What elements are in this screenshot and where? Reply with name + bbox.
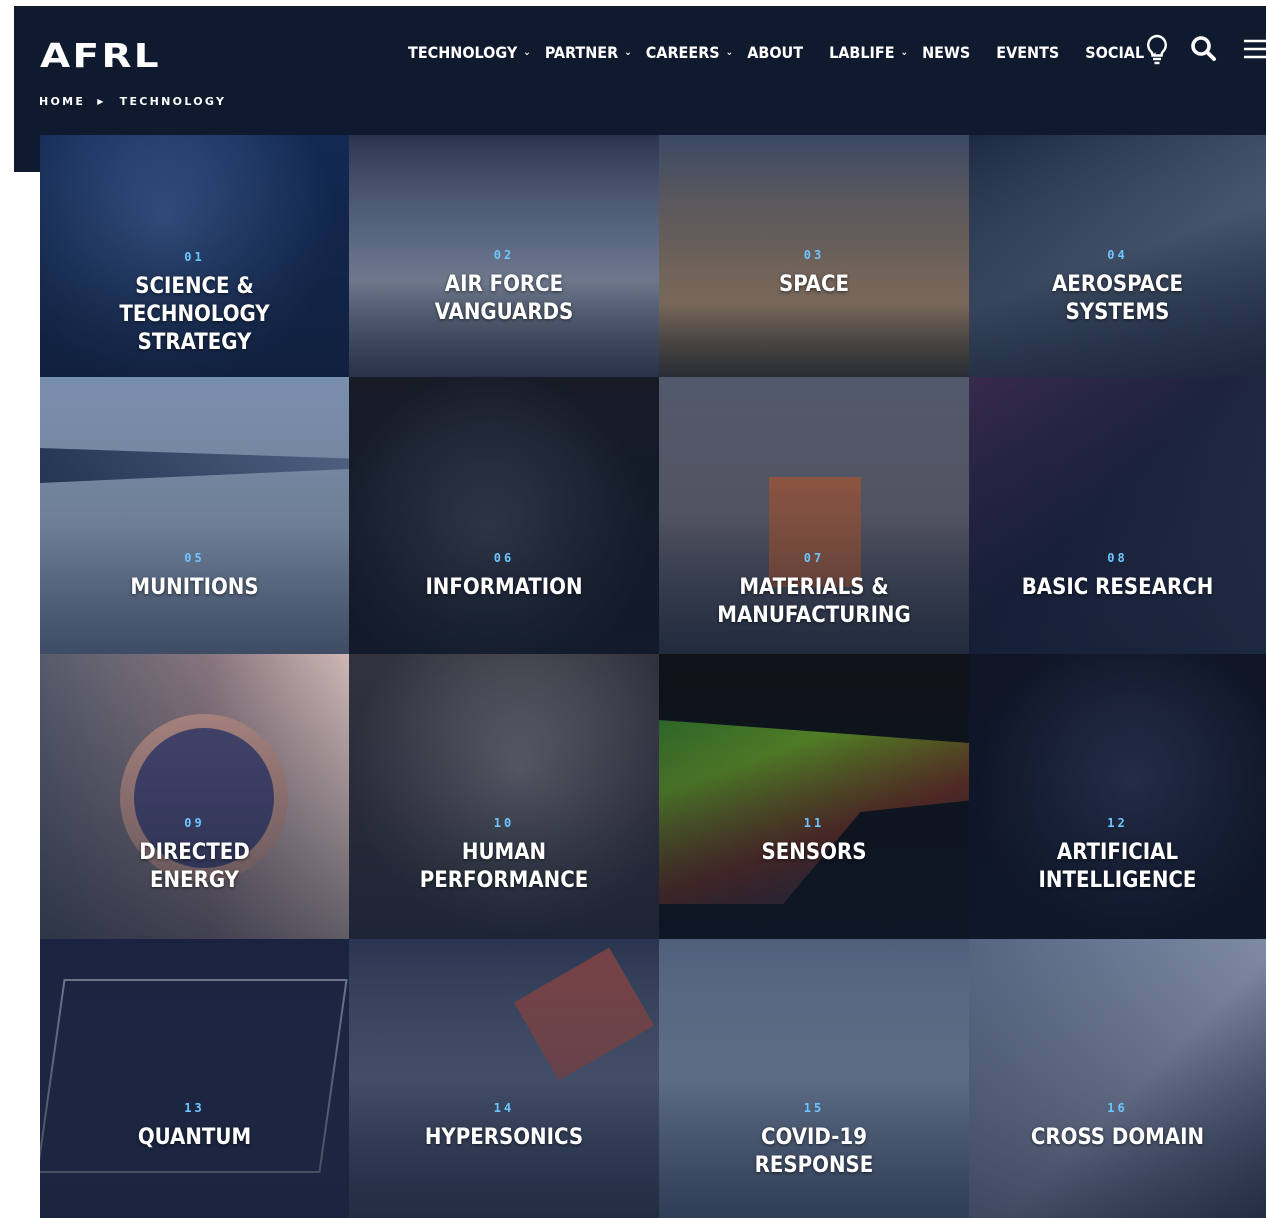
tile-number: 14 <box>493 1101 515 1115</box>
tile-aerospace-systems[interactable]: 04 AEROSPACE SYSTEMS <box>969 135 1266 377</box>
tile-title: SENSORS <box>761 840 867 865</box>
breadcrumb-home[interactable]: HOME <box>39 95 85 108</box>
tile-human-performance[interactable]: 10 HUMAN PERFORMANCE <box>349 654 659 939</box>
tile-number: 02 <box>493 248 515 262</box>
tile-number: 01 <box>184 250 205 264</box>
chevron-down-icon: ⌄ <box>725 47 734 58</box>
tile-title: AIR FORCE VANGUARDS <box>434 272 574 325</box>
tile-basic-research[interactable]: 08 BASIC RESEARCH <box>969 377 1266 654</box>
nav-lablife[interactable]: LABLIFE ⌄ <box>829 43 908 62</box>
site-header: AFRL TECHNOLOGY ⌄ PARTNER ⌄ CAREERS ⌄ ABOUT… <box>14 6 1266 135</box>
tile-number: 04 <box>1107 248 1128 262</box>
search-icon[interactable] <box>1186 32 1220 68</box>
menu-icon[interactable] <box>1238 32 1266 68</box>
breadcrumb-current: TECHNOLOGY <box>119 95 227 108</box>
tile-number: 11 <box>803 816 825 830</box>
tile-title: SPACE <box>778 272 850 297</box>
nav-technology[interactable]: TECHNOLOGY ⌄ <box>408 43 531 62</box>
tile-title: AEROSPACE SYSTEMS <box>1051 272 1183 325</box>
tile-information[interactable]: 06 INFORMATION <box>349 377 659 654</box>
tile-materials-manufacturing[interactable]: 07 MATERIALS & MANUFACTURING <box>659 377 969 654</box>
nav-partner[interactable]: PARTNER ⌄ <box>545 43 632 62</box>
tile-munitions[interactable]: 05 MUNITIONS <box>40 377 349 654</box>
tile-title: DIRECTED ENERGY <box>139 840 250 893</box>
tile-science-technology-strategy[interactable]: 01 SCIENCE & TECHNOLOGY STRATEGY <box>40 135 349 377</box>
tile-number: 13 <box>184 1101 205 1115</box>
tile-title: QUANTUM <box>137 1125 252 1150</box>
tile-number: 05 <box>184 551 205 565</box>
chevron-down-icon: ⌄ <box>900 47 909 58</box>
tile-title: CROSS DOMAIN <box>1030 1125 1205 1150</box>
chevron-down-icon: ⌄ <box>624 47 632 58</box>
tile-title: MATERIALS & MANUFACTURING <box>717 575 911 628</box>
tile-hypersonics[interactable]: 14 HYPERSONICS <box>349 939 659 1218</box>
breadcrumb: HOME ▶ TECHNOLOGY <box>39 95 226 108</box>
nav-events[interactable]: EVENTS <box>996 43 1059 62</box>
tile-cross-domain[interactable]: 16 CROSS DOMAIN <box>969 939 1266 1218</box>
tile-artificial-intelligence[interactable]: 12 ARTIFICIAL INTELLIGENCE <box>969 654 1266 939</box>
tile-number: 15 <box>803 1101 825 1115</box>
tile-air-force-vanguards[interactable]: 02 AIR FORCE VANGUARDS <box>349 135 659 377</box>
tile-space[interactable]: 03 SPACE <box>659 135 969 377</box>
nav-careers[interactable]: CAREERS ⌄ <box>646 43 733 62</box>
nav-news[interactable]: NEWS <box>922 43 970 62</box>
tile-title: HUMAN PERFORMANCE <box>419 840 589 893</box>
tile-title: ARTIFICIAL INTELLIGENCE <box>1038 840 1197 893</box>
tile-number: 16 <box>1107 1101 1128 1115</box>
tile-number: 10 <box>493 816 515 830</box>
technology-grid: 01 SCIENCE & TECHNOLOGY STRATEGY 02 AIR FO… <box>40 135 1266 1218</box>
afrl-logo[interactable]: AFRL <box>40 36 161 75</box>
chevron-down-icon: ⌄ <box>523 47 531 58</box>
main-nav: TECHNOLOGY ⌄ PARTNER ⌄ CAREERS ⌄ ABOUT LABL… <box>408 43 1172 62</box>
tile-number: 08 <box>1107 551 1128 565</box>
tile-number: 06 <box>493 551 515 565</box>
tile-title: MUNITIONS <box>130 575 259 600</box>
tile-number: 09 <box>184 816 205 830</box>
tile-sensors[interactable]: 11 SENSORS <box>659 654 969 939</box>
lightbulb-icon[interactable] <box>1140 32 1174 68</box>
tile-title: HYPERSONICS <box>424 1125 584 1150</box>
breadcrumb-arrow-icon: ▶ <box>97 97 106 106</box>
tile-number: 12 <box>1107 816 1128 830</box>
tile-title: INFORMATION <box>425 575 583 600</box>
nav-about[interactable]: ABOUT <box>747 43 803 62</box>
tile-number: 07 <box>803 551 825 565</box>
tile-quantum[interactable]: 13 QUANTUM <box>40 939 349 1218</box>
tile-title: SCIENCE & TECHNOLOGY STRATEGY <box>119 274 270 355</box>
tile-covid-19-response[interactable]: 15 COVID-19 RESPONSE <box>659 939 969 1218</box>
tile-title: COVID-19 RESPONSE <box>754 1125 874 1178</box>
tile-number: 03 <box>803 248 825 262</box>
tile-title: BASIC RESEARCH <box>1021 575 1214 600</box>
header-tab <box>14 135 40 172</box>
tile-directed-energy[interactable]: 09 DIRECTED ENERGY <box>40 654 349 939</box>
